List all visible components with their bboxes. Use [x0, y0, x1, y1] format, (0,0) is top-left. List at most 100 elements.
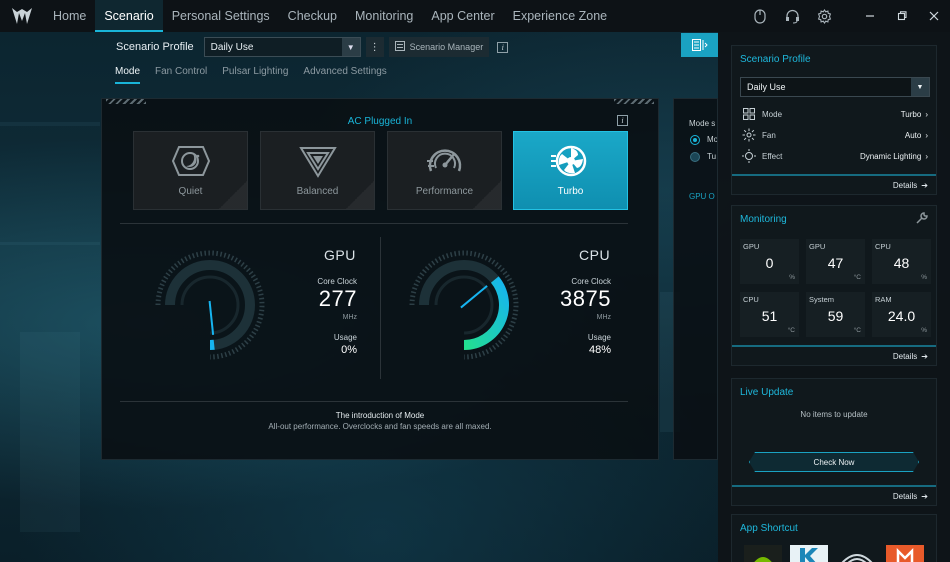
- minimize-button[interactable]: [854, 0, 886, 32]
- scenario-details-link[interactable]: Details ➔: [732, 174, 936, 194]
- info-icon[interactable]: i: [497, 41, 509, 53]
- chevron-down-icon: ▼: [341, 38, 360, 56]
- cpu-usage-gauge: [409, 250, 519, 360]
- mode-radio-1[interactable]: [690, 135, 700, 145]
- app-shortcut-icon[interactable]: [886, 545, 924, 562]
- details-label: Details: [892, 351, 918, 361]
- scenario-row-fan[interactable]: Fan Auto ›: [742, 128, 928, 142]
- monitoring-card: Monitoring GPU 0% GPU 47 °C CPU 48% CPU 51 °C Syst…: [731, 205, 937, 366]
- gear-icon[interactable]: [808, 0, 840, 32]
- details-label: Details: [892, 180, 918, 190]
- more-options-button[interactable]: ⋮: [365, 37, 384, 57]
- monitor-tile-value: 59: [827, 308, 844, 324]
- check-now-button[interactable]: Check Now: [749, 452, 919, 472]
- chevron-right-icon: ›: [925, 109, 928, 119]
- monitor-tile-value: 24.0: [887, 308, 916, 324]
- scenario-manager-icon: [394, 41, 405, 53]
- scenario-row-effect[interactable]: Effect Dynamic Lighting ›: [742, 149, 928, 163]
- monitor-tile-label: CPU: [875, 242, 891, 251]
- gauge-needle: [208, 300, 215, 335]
- gpu-core-clock-value: 277: [318, 286, 357, 311]
- mouse-icon[interactable]: [744, 0, 776, 32]
- mode-card-balanced[interactable]: Balanced: [260, 131, 375, 210]
- scenario-manager-button[interactable]: Scenario Manager: [388, 37, 490, 57]
- gpu-usage-value: 0%: [341, 344, 357, 356]
- mode-radio-1-label: Mo: [707, 135, 718, 144]
- tab-advanced-settings[interactable]: Advanced Settings: [303, 66, 386, 84]
- divider: [120, 401, 628, 402]
- nav-experience-zone[interactable]: Experience Zone: [504, 0, 617, 32]
- monitoring-card-title: Monitoring: [740, 214, 787, 225]
- mode-switch-panel: Mode s Mo Tu GPU O: [673, 98, 718, 460]
- scenario-profile-card-title: Scenario Profile: [740, 54, 811, 65]
- restore-button[interactable]: [886, 0, 918, 32]
- scenario-row-mode[interactable]: Mode Turbo ›: [742, 107, 928, 121]
- gpu-oc-label: GPU O: [689, 192, 715, 201]
- nav-checkup[interactable]: Checkup: [279, 0, 346, 32]
- mode-card-quiet[interactable]: Quiet: [133, 131, 248, 210]
- chevron-down-icon: ▼: [911, 78, 929, 96]
- close-button[interactable]: [918, 0, 950, 32]
- monitor-tile-unit: °C: [787, 327, 795, 334]
- gauge-needle: [460, 285, 488, 309]
- tab-mode[interactable]: Mode: [115, 66, 141, 84]
- chevron-right-icon: ›: [925, 151, 928, 161]
- headset-icon[interactable]: [776, 0, 808, 32]
- collapse-sidebar-button[interactable]: [681, 33, 718, 57]
- nav-scenario[interactable]: Scenario: [95, 0, 164, 32]
- mode-intro-title: The introduction of Mode: [335, 411, 425, 420]
- tab-pulsar-lighting[interactable]: Pulsar Lighting: [222, 66, 288, 84]
- scenario-profile-select[interactable]: Daily Use ▼: [203, 37, 361, 57]
- scenario-profile-label: Scenario Profile: [116, 41, 194, 53]
- nav-personal-settings[interactable]: Personal Settings: [163, 0, 279, 32]
- mode-label-performance: Performance: [415, 186, 474, 197]
- nav-monitoring[interactable]: Monitoring: [346, 0, 422, 32]
- mode-radio-2[interactable]: [690, 152, 700, 162]
- sidebar-profile-select[interactable]: Daily Use ▼: [740, 77, 930, 97]
- monitor-tile-value: 0: [765, 255, 774, 271]
- nvidia-shortcut-icon[interactable]: [744, 545, 782, 562]
- scenario-manager-label: Scenario Manager: [409, 42, 484, 52]
- monitoring-details-link[interactable]: Details ➔: [732, 345, 936, 365]
- nav-home[interactable]: Home: [44, 0, 95, 32]
- fan-icon: [742, 128, 756, 142]
- dts-shortcut-icon[interactable]: [838, 545, 876, 562]
- scenario-profile-row: Scenario Profile Daily Use ▼ ⋮ Scenario …: [100, 37, 509, 57]
- arrow-right-icon: ➔: [921, 180, 928, 190]
- cpu-core-clock-value: 3875: [560, 286, 611, 311]
- turbo-icon: [550, 145, 586, 177]
- monitor-tile: GPU 0%: [740, 239, 799, 284]
- top-nav-bar: Home Scenario Personal Settings Checkup …: [0, 0, 950, 32]
- divider: [120, 223, 628, 224]
- scenario-profile-value: Daily Use: [210, 41, 254, 53]
- mode-info-icon[interactable]: i: [617, 115, 628, 126]
- arrow-right-icon: ➔: [921, 491, 928, 501]
- monitor-tile: RAM 24.0%: [872, 292, 931, 337]
- quiet-icon: [171, 146, 210, 176]
- mode-card-performance[interactable]: Performance: [387, 131, 502, 210]
- scenario-row-mode-value: Turbo: [900, 109, 922, 119]
- live-update-card: Live Update No items to update Check Now…: [731, 378, 937, 506]
- mode-radio-2-label: Tu: [707, 152, 717, 161]
- mode-card-turbo[interactable]: Turbo: [513, 131, 628, 210]
- nav-app-center[interactable]: App Center: [422, 0, 503, 32]
- predator-logo[interactable]: [0, 0, 44, 32]
- gpu-usage-gauge: [155, 250, 265, 360]
- monitor-tile: CPU 48%: [872, 239, 931, 284]
- cpu-core-clock-label: Core Clock: [571, 277, 611, 286]
- wrench-icon[interactable]: [916, 211, 928, 229]
- monitor-tile-label: GPU: [743, 242, 760, 251]
- killer-shortcut-icon[interactable]: [790, 545, 828, 562]
- no-updates-text: No items to update: [800, 410, 868, 419]
- cpu-title: CPU: [579, 247, 611, 263]
- mode-label-balanced: Balanced: [296, 186, 339, 197]
- monitor-tile-unit: %: [789, 274, 795, 281]
- tab-fan-control[interactable]: Fan Control: [155, 66, 207, 84]
- live-update-details-link[interactable]: Details ➔: [732, 485, 936, 505]
- scenario-row-fan-label: Fan: [762, 130, 776, 140]
- live-update-card-title: Live Update: [740, 387, 794, 398]
- monitor-tile-value: 47: [827, 255, 844, 271]
- scenario-profile-card: Scenario Profile Daily Use ▼ Mode Turbo …: [731, 45, 937, 195]
- arrow-right-icon: ➔: [921, 351, 928, 361]
- scenario-subtabs: Mode Fan Control Pulsar Lighting Advance…: [115, 66, 387, 84]
